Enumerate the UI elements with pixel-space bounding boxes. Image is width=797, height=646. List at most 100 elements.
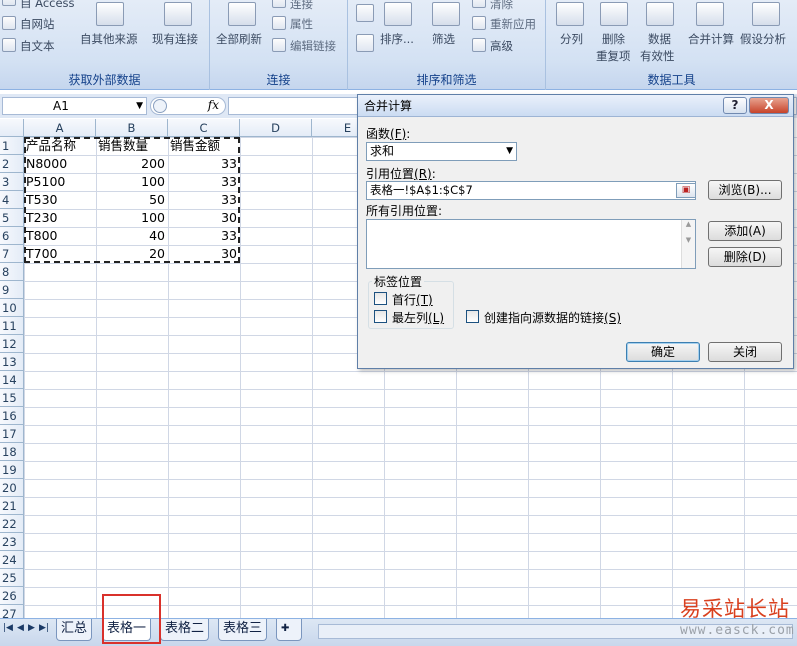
existing-connections-button[interactable]: 现有连接 [152, 31, 198, 47]
last-sheet-icon[interactable]: ▶| [39, 623, 49, 633]
grid-hline [0, 425, 797, 426]
from-text-button[interactable]: 自文本 [20, 38, 55, 54]
chevron-down-icon[interactable]: ▼ [506, 143, 513, 160]
row-header-1[interactable]: 1 [0, 137, 24, 155]
row-header-18[interactable]: 18 [0, 443, 24, 461]
delete-button[interactable]: 删除(D) [708, 247, 782, 267]
data-validation-icon [646, 2, 674, 26]
row-header-22[interactable]: 22 [0, 515, 24, 533]
row-header-11[interactable]: 11 [0, 317, 24, 335]
data-validation-label-1[interactable]: 数据 [648, 31, 671, 47]
row-header-3[interactable]: 3 [0, 173, 24, 191]
ribbon: 自 Access 自网站 自文本 自其他来源 现有连接 获取外部数据 全部刷新 … [0, 0, 797, 90]
add-button[interactable]: 添加(A) [708, 221, 782, 241]
reapply-button[interactable]: 重新应用 [490, 16, 536, 32]
all-references-list[interactable]: ▲ ▼ [366, 219, 696, 269]
row-header-10[interactable]: 10 [0, 299, 24, 317]
from-access-button[interactable]: 自 Access [20, 0, 75, 11]
next-sheet-icon[interactable]: ▶ [28, 623, 35, 633]
browse-button[interactable]: 浏览(B)... [708, 180, 782, 200]
what-if-button[interactable]: 假设分析 [740, 31, 786, 47]
watermark-title: 易采站长站 [680, 597, 790, 621]
row-header-13[interactable]: 13 [0, 353, 24, 371]
sheet-tab-table2[interactable]: 表格二 [160, 619, 210, 641]
left-column-checkbox[interactable] [374, 310, 387, 323]
prev-sheet-icon[interactable]: ◀ [17, 623, 24, 633]
list-scrollbar[interactable]: ▲ ▼ [681, 220, 695, 268]
column-header-c[interactable]: C [168, 119, 240, 137]
remove-duplicates-label-1[interactable]: 删除 [602, 31, 625, 47]
edit-links-button[interactable]: 编辑链接 [290, 38, 336, 54]
other-sources-button[interactable]: 自其他来源 [80, 31, 138, 47]
row-header-24[interactable]: 24 [0, 551, 24, 569]
sort-za-icon [356, 34, 374, 52]
left-column-label: 最左列(L) [392, 311, 445, 325]
column-header-a[interactable]: A [24, 119, 96, 137]
create-links-checkbox[interactable] [466, 310, 479, 323]
cancel-icon[interactable] [153, 99, 167, 113]
clear-button[interactable]: 清除 [490, 0, 513, 12]
row-header-5[interactable]: 5 [0, 209, 24, 227]
existing-connections-icon [164, 2, 192, 26]
select-all-corner[interactable] [0, 119, 24, 137]
row-header-7[interactable]: 7 [0, 245, 24, 263]
grid-hline [0, 587, 797, 588]
access-icon [2, 0, 16, 6]
row-header-2[interactable]: 2 [0, 155, 24, 173]
row-header-19[interactable]: 19 [0, 461, 24, 479]
row-header-6[interactable]: 6 [0, 227, 24, 245]
insert-function-button[interactable]: fx [208, 98, 219, 112]
row-header-27[interactable]: 27 [0, 605, 24, 619]
connections-button[interactable]: 连接 [290, 0, 313, 12]
close-button[interactable]: 关闭 [708, 342, 782, 362]
help-button[interactable]: ? [723, 97, 747, 114]
from-web-button[interactable]: 自网站 [20, 16, 55, 32]
row-header-14[interactable]: 14 [0, 371, 24, 389]
remove-duplicates-label-2[interactable]: 重复项 [596, 48, 631, 64]
row-header-20[interactable]: 20 [0, 479, 24, 497]
data-validation-label-2[interactable]: 有效性 [640, 48, 675, 64]
row-header-16[interactable]: 16 [0, 407, 24, 425]
collapse-dialog-icon[interactable]: ▣ [676, 183, 696, 198]
first-sheet-icon[interactable]: |◀ [3, 623, 13, 633]
row-header-21[interactable]: 21 [0, 497, 24, 515]
row-header-25[interactable]: 25 [0, 569, 24, 587]
row-header-4[interactable]: 4 [0, 191, 24, 209]
name-box[interactable]: A1 ▼ [2, 97, 147, 115]
insert-sheet-icon[interactable]: ✚ [276, 619, 302, 641]
top-row-checkbox[interactable] [374, 292, 387, 305]
grid-hline [0, 461, 797, 462]
group-label-connections: 连接 [266, 73, 291, 87]
sort-button[interactable]: 排序... [380, 31, 414, 47]
function-label: 函数(F): [366, 127, 411, 141]
group-label-sort-filter: 排序和筛选 [416, 73, 477, 87]
consolidate-button[interactable]: 合并计算 [688, 31, 734, 47]
row-header-9[interactable]: 9 [0, 281, 24, 299]
ribbon-group-connections: 全部刷新 连接 属性 编辑链接 连接 [210, 0, 348, 90]
grid-hline [0, 407, 797, 408]
filter-button[interactable]: 筛选 [432, 31, 455, 47]
reference-input[interactable]: 表格一!$A$1:$C$7 [366, 181, 696, 200]
name-box-value: A1 [53, 99, 69, 113]
sheet-tab-summary[interactable]: 汇总 [56, 619, 93, 641]
properties-button[interactable]: 属性 [290, 16, 313, 32]
row-header-12[interactable]: 12 [0, 335, 24, 353]
close-icon[interactable]: X [749, 97, 789, 114]
row-header-26[interactable]: 26 [0, 587, 24, 605]
advanced-button[interactable]: 高级 [490, 38, 513, 54]
sheet-tab-table3[interactable]: 表格三 [218, 619, 268, 641]
refresh-all-button[interactable]: 全部刷新 [216, 31, 262, 47]
sort-icon [384, 2, 412, 26]
function-select[interactable]: 求和 ▼ [366, 142, 517, 161]
row-header-8[interactable]: 8 [0, 263, 24, 281]
column-header-b[interactable]: B [96, 119, 168, 137]
ok-button[interactable]: 确定 [626, 342, 700, 362]
chevron-down-icon[interactable]: ▼ [136, 98, 143, 114]
column-header-d[interactable]: D [240, 119, 312, 137]
text-to-columns-button[interactable]: 分列 [560, 31, 583, 47]
row-header-15[interactable]: 15 [0, 389, 24, 407]
row-header-17[interactable]: 17 [0, 425, 24, 443]
row-header-23[interactable]: 23 [0, 533, 24, 551]
ribbon-group-sort-filter: 排序... 筛选 清除 重新应用 高级 排序和筛选 [348, 0, 546, 90]
consolidate-dialog: 合并计算 ? X 函数(F): 求和 ▼ 引用位置(R): 表格一!$A$1:$… [357, 94, 794, 369]
